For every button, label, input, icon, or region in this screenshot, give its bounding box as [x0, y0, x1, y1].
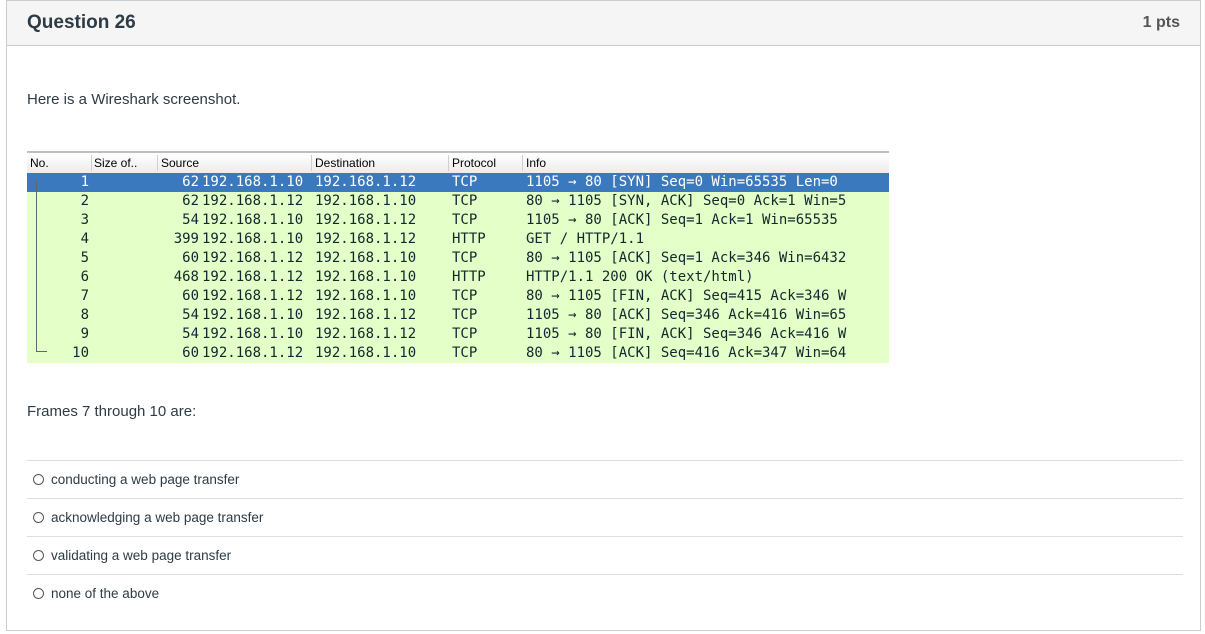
packet-destination: 192.168.1.10 [315, 345, 417, 361]
packet-protocol: TCP [452, 307, 478, 323]
packet-size: 62 [182, 174, 199, 190]
packet-destination: 192.168.1.10 [315, 193, 417, 209]
packet-size: 468 [173, 269, 199, 285]
packet-protocol: TCP [452, 250, 478, 266]
packet-protocol: TCP [452, 174, 478, 190]
question-header: Question 26 1 pts [7, 1, 1200, 46]
question-title: Question 26 [27, 12, 136, 33]
packet-size: 60 [182, 250, 199, 266]
question-prompt: Frames 7 through 10 are: [27, 403, 197, 420]
wireshark-screenshot: No. Size of.. Source Destination Protoco… [27, 151, 889, 363]
radio-button[interactable] [33, 474, 44, 485]
packet-source: 192.168.1.10 [202, 174, 304, 190]
answer-label: none of the above [51, 586, 160, 601]
answer-option-2[interactable]: acknowledging a web page transfer [27, 498, 1183, 536]
radio-button[interactable] [33, 588, 44, 599]
packet-row[interactable]: 9 54 192.168.1.10 192.168.1.12 TCP 1105 → 80 … [27, 325, 889, 344]
packet-destination: 192.168.1.12 [315, 231, 417, 247]
packet-source: 192.168.1.10 [202, 326, 304, 342]
packet-destination: 192.168.1.12 [315, 307, 417, 323]
answer-option-4[interactable]: none of the above [27, 574, 1183, 612]
packet-protocol: TCP [452, 326, 478, 342]
packet-destination: 192.168.1.12 [315, 326, 417, 342]
packet-destination: 192.168.1.10 [315, 250, 417, 266]
radio-button[interactable] [33, 550, 44, 561]
packet-list-header: No. Size of.. Source Destination Protoco… [27, 151, 889, 173]
packet-source: 192.168.1.10 [202, 231, 304, 247]
answer-option-1[interactable]: conducting a web page transfer [27, 460, 1183, 498]
packet-row[interactable]: 7 60 192.168.1.12 192.168.1.10 TCP 80 → 1105 … [27, 287, 889, 306]
packet-protocol: TCP [452, 193, 478, 209]
packet-row[interactable]: 2 62 192.168.1.12 192.168.1.10 TCP 80 → 1105 … [27, 192, 889, 211]
packet-info: 80 → 1105 [FIN, ACK] Seq=415 Ack=346 W [526, 288, 847, 304]
answer-label: validating a web page transfer [51, 548, 232, 563]
answer-option-3[interactable]: validating a web page transfer [27, 536, 1183, 574]
packet-info: 80 → 1105 [ACK] Seq=416 Ack=347 Win=64 [526, 345, 847, 361]
packet-source: 192.168.1.12 [202, 193, 304, 209]
packet-protocol: TCP [452, 345, 478, 361]
packet-row[interactable]: 1 62 192.168.1.10 192.168.1.12 TCP 1105 → 80 … [27, 173, 889, 192]
packet-size: 54 [182, 307, 199, 323]
column-protocol: Protocol [452, 156, 497, 170]
packet-row[interactable]: 4 399 192.168.1.10 192.168.1.12 HTTP GET / HT… [27, 230, 889, 249]
conversation-bracket [36, 180, 47, 352]
column-size: Size of.. [94, 156, 138, 170]
packet-source: 192.168.1.10 [202, 307, 304, 323]
packet-protocol: TCP [452, 212, 478, 228]
answer-label: conducting a web page transfer [51, 472, 240, 487]
question-points: 1 pts [1142, 14, 1180, 31]
packet-info: 1105 → 80 [FIN, ACK] Seq=346 Ack=416 W [526, 326, 847, 342]
packet-protocol: HTTP [452, 269, 486, 285]
packet-info: 1105 → 80 [ACK] Seq=1 Ack=1 Win=65535 [526, 212, 838, 228]
packet-size: 54 [182, 326, 199, 342]
packet-info: 1105 → 80 [ACK] Seq=346 Ack=416 Win=65 [526, 307, 847, 323]
answer-label: acknowledging a web page transfer [51, 510, 264, 525]
column-info: Info [526, 156, 547, 170]
packet-protocol: HTTP [452, 231, 486, 247]
packet-destination: 192.168.1.12 [315, 174, 417, 190]
packet-info: 1105 → 80 [SYN] Seq=0 Win=65535 Len=0 [526, 174, 838, 190]
packet-destination: 192.168.1.10 [315, 288, 417, 304]
column-destination: Destination [315, 156, 376, 170]
packet-row[interactable]: 5 60 192.168.1.12 192.168.1.10 TCP 80 → 1105 … [27, 249, 889, 268]
packet-size: 62 [182, 193, 199, 209]
packet-row[interactable]: 3 54 192.168.1.10 192.168.1.12 TCP 1105 → 80 … [27, 211, 889, 230]
packet-source: 192.168.1.12 [202, 345, 304, 361]
packet-source: 192.168.1.12 [202, 250, 304, 266]
packet-size: 54 [182, 212, 199, 228]
packet-info: GET / HTTP/1.1 [526, 231, 645, 247]
packet-row[interactable]: 10 60 192.168.1.12 192.168.1.10 TCP 80 → 1105… [27, 344, 889, 363]
answer-list: conducting a web page transfer acknowled… [27, 460, 1183, 612]
packet-size: 60 [182, 288, 199, 304]
packet-source: 192.168.1.12 [202, 288, 304, 304]
packet-size: 399 [173, 231, 199, 247]
packet-info: HTTP/1.1 200 OK (text/html) [526, 269, 754, 285]
packet-row[interactable]: 8 54 192.168.1.10 192.168.1.12 TCP 1105 → 80 … [27, 306, 889, 325]
packet-destination: 192.168.1.10 [315, 269, 417, 285]
packet-row[interactable]: 6 468 192.168.1.12 192.168.1.10 HTTP HTTP/1.1… [27, 268, 889, 287]
question-card: Question 26 1 pts Here is a Wireshark sc… [6, 0, 1201, 631]
packet-size: 60 [182, 345, 199, 361]
column-source: Source [161, 156, 200, 170]
packet-source: 192.168.1.12 [202, 269, 304, 285]
packet-protocol: TCP [452, 288, 478, 304]
packet-info: 80 → 1105 [ACK] Seq=1 Ack=346 Win=6432 [526, 250, 847, 266]
packet-destination: 192.168.1.12 [315, 212, 417, 228]
column-no: No. [30, 156, 49, 170]
packet-info: 80 → 1105 [SYN, ACK] Seq=0 Ack=1 Win=5 [526, 193, 847, 209]
packet-source: 192.168.1.10 [202, 212, 304, 228]
packet-list: 1 62 192.168.1.10 192.168.1.12 TCP 1105 → 80 … [27, 173, 889, 363]
radio-button[interactable] [33, 512, 44, 523]
question-intro: Here is a Wireshark screenshot. [27, 91, 241, 108]
